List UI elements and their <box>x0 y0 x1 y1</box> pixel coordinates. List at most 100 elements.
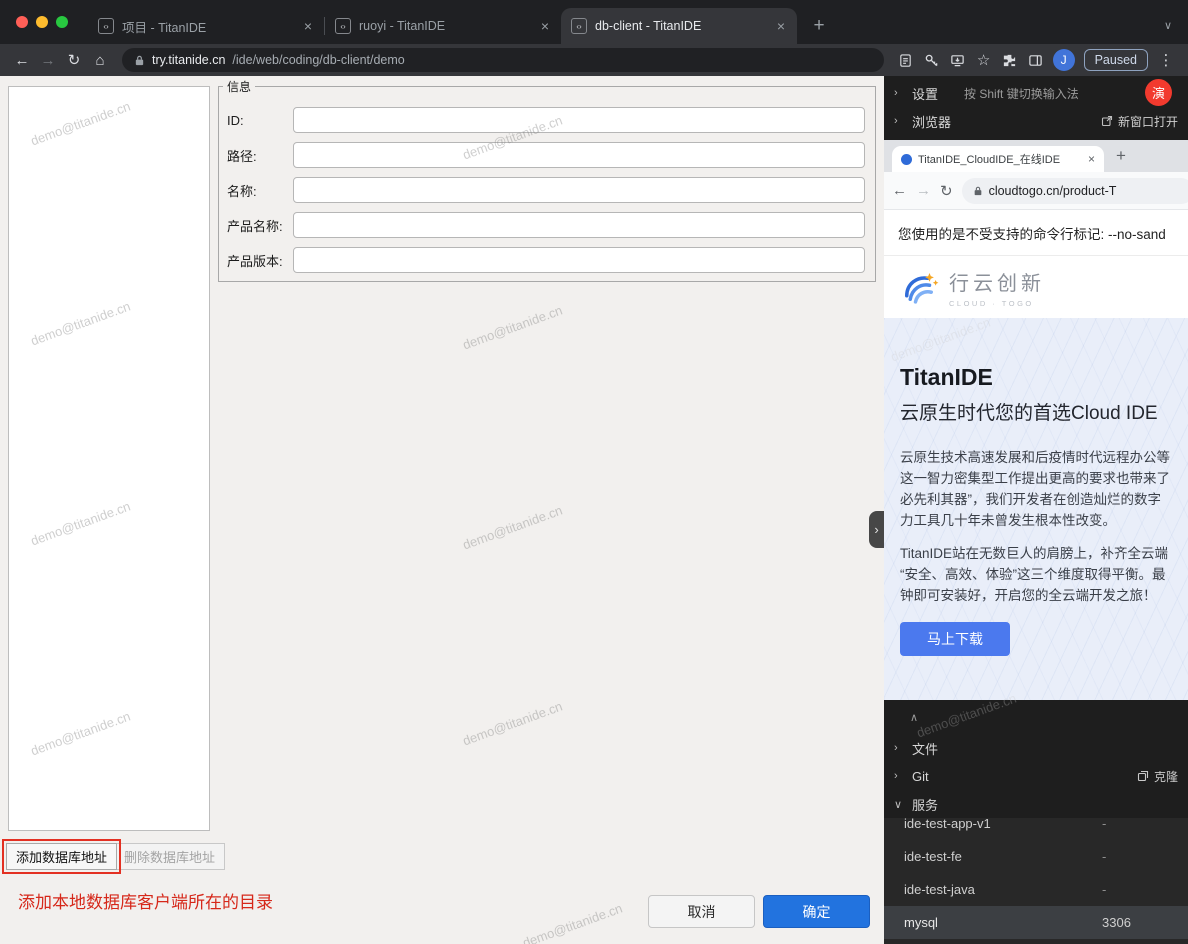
service-name: ide-test-app-v1 <box>904 818 991 831</box>
zoom-window-button[interactable] <box>56 16 68 28</box>
path-label: 路径: <box>227 146 293 165</box>
download-button[interactable]: 马上下载 <box>900 622 1010 656</box>
tab-ruoyi[interactable]: ‹› ruoyi - TitanIDE × <box>325 8 561 44</box>
hero-line: 力工具几十年未曾发生根本性改变。 <box>900 510 1172 531</box>
bookmark-star-icon[interactable]: ☆ <box>972 48 996 72</box>
embedded-forward-icon[interactable]: → <box>916 182 931 199</box>
tab-close-icon[interactable]: × <box>302 18 314 34</box>
menu-kebab-icon[interactable]: ⋮ <box>1154 48 1178 72</box>
titanide-favicon-icon: ‹› <box>335 18 351 34</box>
side-panel-icon[interactable] <box>1024 48 1048 72</box>
chevron-right-icon: › <box>894 87 912 99</box>
embedded-tab-close-icon[interactable]: × <box>1088 152 1095 166</box>
embedded-new-tab-button[interactable]: + <box>1116 146 1126 166</box>
paused-badge[interactable]: Paused <box>1084 49 1148 71</box>
service-port: 3306 <box>1102 915 1188 930</box>
git-clone-button[interactable]: 克隆 <box>1137 768 1178 785</box>
database-address-list[interactable] <box>8 86 210 831</box>
add-database-address-button[interactable]: 添加数据库地址 <box>6 843 117 870</box>
reload-icon[interactable]: ↻ <box>62 48 86 72</box>
brand-subtitle: CLOUD · TOGO <box>949 299 1045 308</box>
titanide-favicon-icon: ‹› <box>98 18 114 34</box>
install-app-icon[interactable] <box>946 48 970 72</box>
name-label: 名称: <box>227 181 293 200</box>
hero-paragraph-1: 云原生技术高速发展和后疫情时代远程办公等 这一智力密集型工作提出更高的要求也带来… <box>900 447 1172 531</box>
product-name-input[interactable] <box>293 212 865 238</box>
panel-expand-handle[interactable]: › <box>869 511 884 548</box>
sidebar-section-browser[interactable]: › 浏览器 新窗口打开 <box>884 107 1188 135</box>
tab-close-icon[interactable]: × <box>775 18 787 34</box>
browser-toolbar: ← → ↻ ⌂ try.titanide.cn/ide/web/coding/d… <box>0 44 1188 76</box>
scroll-up-icon[interactable]: ∧ <box>910 711 918 724</box>
ok-button[interactable]: 确定 <box>763 895 870 928</box>
service-name: ide-test-fe <box>904 849 962 864</box>
watermark: demo@titanide.cn <box>461 302 565 352</box>
sidebar-section-settings[interactable]: › 设置 按 Shift 键切换输入法 <box>884 79 1188 107</box>
service-row[interactable]: ide-test-fe - <box>884 840 1188 873</box>
profile-avatar[interactable]: J <box>1053 49 1075 71</box>
git-clone-label: 克隆 <box>1154 768 1178 785</box>
id-input[interactable] <box>293 107 865 133</box>
service-row[interactable]: ide-test-java - <box>884 873 1188 906</box>
product-version-label: 产品版本: <box>227 251 293 270</box>
sidebar-section-services[interactable]: ∨ 服务 <box>884 790 1188 818</box>
minimize-window-button[interactable] <box>36 16 48 28</box>
cancel-button[interactable]: 取消 <box>648 895 755 928</box>
delete-database-address-button: 删除数据库地址 <box>114 843 225 870</box>
url-path: /ide/web/coding/db-client/demo <box>232 53 404 67</box>
back-icon[interactable]: ← <box>10 48 34 72</box>
tab-db-client-active[interactable]: ‹› db-client - TitanIDE × <box>561 8 797 44</box>
embedded-tabstrip: TitanIDE_CloudIDE_在线IDE × + <box>884 140 1188 172</box>
hero-line: TitanIDE站在无数巨人的肩膀上，补齐全云端 <box>900 543 1172 564</box>
tab-close-icon[interactable]: × <box>539 18 551 34</box>
browser-window: ‹› 项目 - TitanIDE × ‹› ruoyi - TitanIDE ×… <box>0 0 1188 944</box>
open-new-window-link[interactable]: 新窗口打开 <box>1101 113 1178 130</box>
forward-icon[interactable]: → <box>36 48 60 72</box>
browser-label: 浏览器 <box>912 112 951 131</box>
embedded-toolbar: ← → ↻ cloudtogo.cn/product-T <box>884 172 1188 210</box>
sidebar-section-files[interactable]: › 文件 <box>884 734 1188 762</box>
embedded-address-bar[interactable]: cloudtogo.cn/product-T <box>962 178 1188 204</box>
extensions-puzzle-icon[interactable] <box>998 48 1022 72</box>
path-input[interactable] <box>293 142 865 168</box>
sidebar-section-git[interactable]: › Git 克隆 <box>884 762 1188 790</box>
hero-line: 必先利其器”，我们开发者在创造灿烂的数字 <box>900 489 1172 510</box>
tab-project[interactable]: ‹› 项目 - TitanIDE × <box>88 8 324 44</box>
embedded-tab[interactable]: TitanIDE_CloudIDE_在线IDE × <box>892 146 1104 172</box>
embedded-url: cloudtogo.cn/product-T <box>989 184 1117 198</box>
cloudtogo-brand: 行云创新 CLOUD · TOGO <box>884 256 1188 318</box>
page-content: demo@titanide.cn demo@titanide.cn demo@t… <box>0 76 1188 944</box>
password-key-icon[interactable] <box>920 48 944 72</box>
lock-icon <box>134 55 145 66</box>
embedded-browser: TitanIDE_CloudIDE_在线IDE × + ← → ↻ cloudt… <box>884 140 1188 700</box>
service-port: - <box>1102 818 1188 831</box>
reading-list-icon[interactable] <box>894 48 918 72</box>
product-name-label: 产品名称: <box>227 216 293 235</box>
address-bar[interactable]: try.titanide.cn/ide/web/coding/db-client… <box>122 48 884 72</box>
close-window-button[interactable] <box>16 16 28 28</box>
chevron-right-icon: › <box>894 770 912 782</box>
chevron-right-icon: › <box>894 742 912 754</box>
services-label: 服务 <box>912 795 938 814</box>
hero-line: 钟即可安装好，开启您的全云端开发之旅！ <box>900 585 1172 606</box>
brand-name: 行云创新 <box>949 267 1045 296</box>
hero-subtitle: 云原生时代您的首选Cloud IDE <box>900 398 1172 425</box>
embedded-tab-label: TitanIDE_CloudIDE_在线IDE <box>918 151 1082 167</box>
name-input[interactable] <box>293 177 865 203</box>
embedded-back-icon[interactable]: ← <box>892 182 907 199</box>
service-name: mysql <box>904 915 938 930</box>
home-icon[interactable]: ⌂ <box>88 48 112 72</box>
service-row[interactable]: ide-test-app-v1 - <box>884 818 1188 840</box>
service-name: ide-test-java <box>904 882 975 897</box>
tab-label: 项目 - TitanIDE <box>122 17 294 36</box>
url-domain: try.titanide.cn <box>152 53 225 67</box>
tab-search-chevron-icon[interactable]: ∨ <box>1164 19 1172 32</box>
files-label: 文件 <box>912 739 938 758</box>
demo-badge[interactable]: 演 <box>1145 79 1172 106</box>
input-method-hint: 按 Shift 键切换输入法 <box>964 85 1079 102</box>
new-tab-button[interactable]: + <box>805 12 833 40</box>
embedded-reload-icon[interactable]: ↻ <box>940 182 953 200</box>
service-row-mysql-selected[interactable]: mysql 3306 <box>884 906 1188 939</box>
product-version-input[interactable] <box>293 247 865 273</box>
hero-line: “安全、高效、体验”这三个维度取得平衡。最 <box>900 564 1172 585</box>
